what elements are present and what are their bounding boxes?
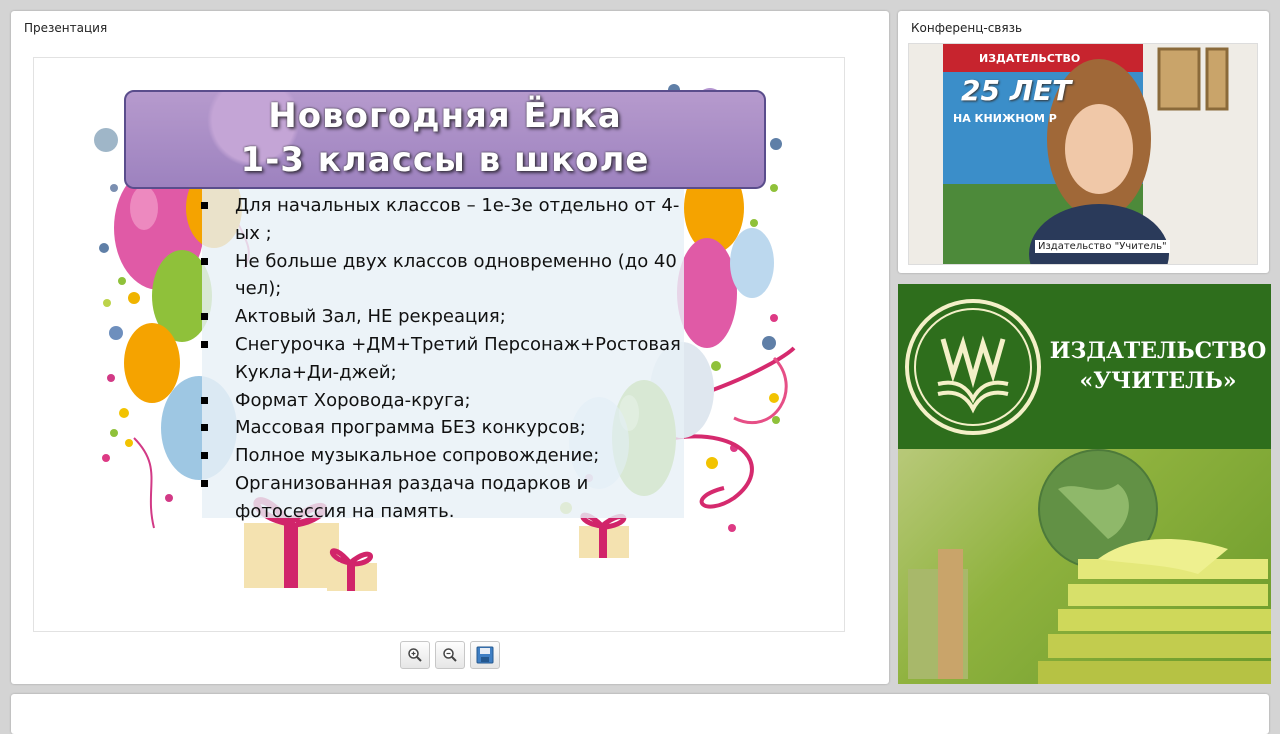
- banner-subtitle-text: НА КНИЖНОМ Р: [953, 112, 1057, 125]
- slide-bullet: Актовый Зал, НЕ рекреация;: [199, 303, 699, 331]
- save-button[interactable]: [470, 641, 500, 669]
- video-feed[interactable]: ИЗДАТЕЛЬСТВО 25 ЛЕТ НА КНИЖНОМ Р Издател…: [908, 43, 1258, 265]
- slide-bullet: Не больше двух классов одновременно (до …: [199, 248, 699, 304]
- banner-top-text: ИЗДАТЕЛЬСТВО: [979, 52, 1081, 65]
- brand-header: ИЗДАТЕЛЬСТВО «УЧИТЕЛЬ»: [898, 284, 1271, 449]
- slide-title-banner: Новогодняя Ёлка 1-3 классы в школе: [124, 90, 766, 189]
- publisher-logo: [905, 299, 1041, 435]
- save-icon: [476, 646, 494, 664]
- slide-bullet: Снегурочка +ДМ+Третий Персонаж+Ростовая …: [199, 331, 699, 387]
- zoom-in-button[interactable]: [400, 641, 430, 669]
- zoom-out-icon: [443, 648, 457, 662]
- banner-years-text: 25 ЛЕТ: [961, 74, 1072, 107]
- zoom-out-button[interactable]: [435, 641, 465, 669]
- slide-bullet: Полное музыкальное сопровождение;: [199, 442, 699, 470]
- brand-books-image: [898, 449, 1271, 684]
- slide-bullet: Организованная раздача подарков и фотосе…: [199, 470, 699, 526]
- slide-title-line-1: Новогодняя Ёлка: [268, 96, 622, 136]
- brand-title: ИЗДАТЕЛЬСТВО «УЧИТЕЛЬ»: [1048, 336, 1268, 396]
- conference-panel-title: Конференц-связь: [911, 21, 1023, 35]
- presentation-panel-title: Презентация: [24, 21, 108, 35]
- slide-bullet: Для начальных классов – 1е-3е отдельно о…: [199, 192, 699, 248]
- conference-panel: Конференц-связь ИЗДАТЕЛЬСТВО 25 ЛЕТ НА К…: [898, 11, 1269, 273]
- presentation-slide: Новогодняя Ёлка 1-3 классы в школе Для н…: [33, 57, 845, 632]
- brand-title-line-2: «УЧИТЕЛЬ»: [1079, 368, 1237, 394]
- brand-title-line-1: ИЗДАТЕЛЬСТВО: [1049, 338, 1267, 364]
- presentation-toolbar: [400, 641, 500, 669]
- slide-bullet-list: Для начальных классов – 1е-3е отдельно о…: [199, 192, 699, 526]
- slide-bullet: Формат Хоровода-круга;: [199, 387, 699, 415]
- slide-bullet: Массовая программа БЕЗ конкурсов;: [199, 414, 699, 442]
- bottom-panel: [11, 694, 1269, 734]
- publisher-brand-panel: ИЗДАТЕЛЬСТВО «УЧИТЕЛЬ»: [898, 284, 1271, 684]
- participant-name-label: Издательство "Учитель": [1035, 240, 1170, 253]
- presentation-panel: Презентация Новогодняя Ёлка 1-3 классы в…: [11, 11, 889, 684]
- books-globe-illustration: [908, 449, 1271, 684]
- slide-title-line-2: 1-3 классы в школе: [240, 140, 650, 180]
- zoom-in-icon: [408, 648, 422, 662]
